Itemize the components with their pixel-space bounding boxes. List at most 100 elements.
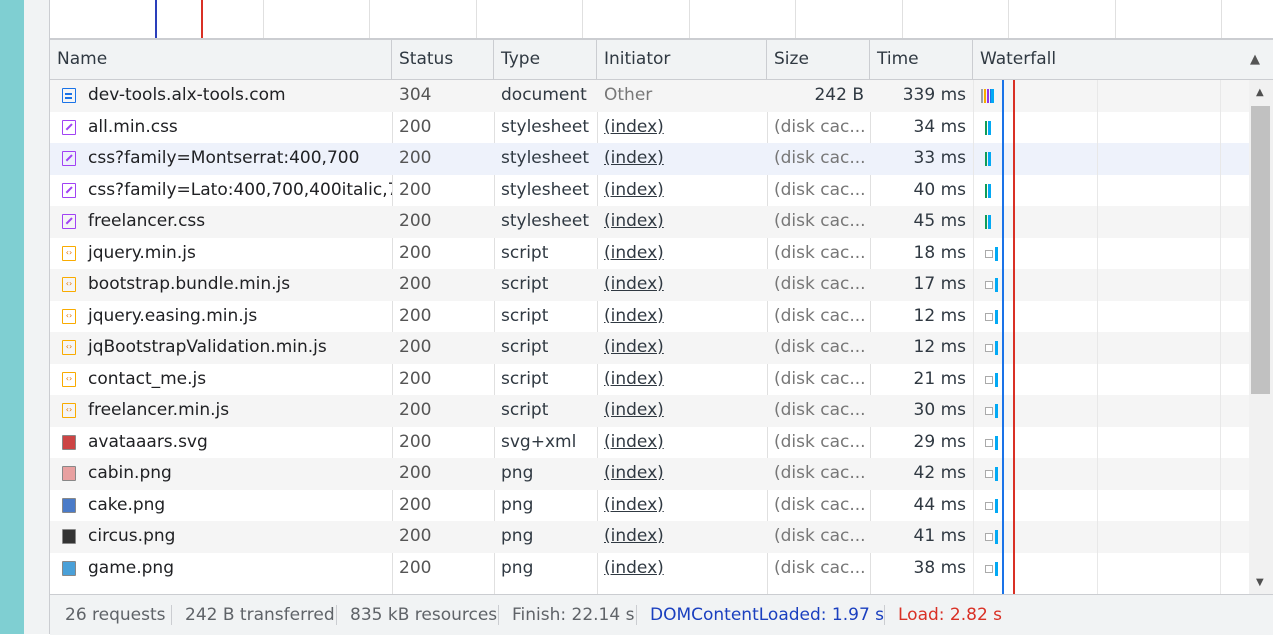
request-name[interactable]: freelancer.min.js xyxy=(50,395,392,427)
script-icon: ‹› xyxy=(62,245,76,261)
request-initiator[interactable]: (index) xyxy=(597,175,767,207)
request-row[interactable]: circus.png 200 png (index) (disk cac... 41 ms xyxy=(50,521,1249,553)
request-name[interactable]: game.png xyxy=(50,553,392,585)
request-size: (disk cac... xyxy=(774,526,866,546)
request-initiator[interactable]: (index) xyxy=(597,332,767,364)
vertical-scrollbar[interactable]: ▲ ▼ xyxy=(1249,80,1273,594)
timing-bar xyxy=(988,120,991,135)
request-name[interactable]: jquery.easing.min.js xyxy=(50,301,392,333)
request-row[interactable]: freelancer.min.js ‹› 200 script (index) (disk… xyxy=(50,395,1249,427)
request-name[interactable]: css?family=Lato:400,700,400italic,7... xyxy=(50,175,392,207)
request-status: 200 xyxy=(399,463,432,483)
request-row[interactable]: dev-tools.alx-tools.com 304 document Other 2… xyxy=(50,80,1249,112)
request-row[interactable]: jquery.easing.min.js ‹› 200 script (index) (d… xyxy=(50,301,1249,333)
request-name[interactable]: circus.png xyxy=(50,521,392,553)
request-row[interactable]: avataaars.svg 200 svg+xml (index) (disk cac.… xyxy=(50,427,1249,459)
request-status: 200 xyxy=(399,179,432,200)
request-row[interactable]: all.min.css 200 stylesheet (index) (disk cac… xyxy=(50,112,1249,144)
request-name[interactable]: jquery.min.js xyxy=(50,238,392,270)
request-row[interactable]: css?family=Montserrat:400,700 200 styleshe… xyxy=(50,143,1249,175)
request-initiator[interactable]: (index) xyxy=(597,364,767,396)
request-name[interactable]: cabin.png xyxy=(50,458,392,490)
request-initiator[interactable]: (index) xyxy=(597,206,767,238)
summary-divider xyxy=(636,605,637,625)
summary-finish: Finish: 22.14 s xyxy=(512,605,635,625)
summary-divider xyxy=(336,605,337,625)
timing-bar xyxy=(995,561,998,576)
request-row[interactable]: cabin.png 200 png (index) (disk cac... 42 ms xyxy=(50,458,1249,490)
request-initiator[interactable]: (index) xyxy=(597,553,767,585)
request-initiator[interactable]: (index) xyxy=(597,238,767,270)
request-time: 17 ms xyxy=(913,274,966,294)
column-header-size[interactable]: Size xyxy=(767,40,870,79)
timing-bar xyxy=(985,183,987,198)
scrollbar-thumb[interactable] xyxy=(1251,106,1270,394)
queued-marker xyxy=(985,281,993,289)
request-row[interactable]: jqBootstrapValidation.min.js ‹› 200 script (… xyxy=(50,332,1249,364)
overview-gridline xyxy=(369,0,370,38)
request-time: 42 ms xyxy=(913,463,966,483)
request-row[interactable]: game.png 200 png (index) (disk cac... 38 ms xyxy=(50,553,1249,585)
request-time: 30 ms xyxy=(913,400,966,420)
request-row[interactable]: css?family=Lato:400,700,400italic,7... 20… xyxy=(50,175,1249,207)
request-status: 200 xyxy=(399,431,432,452)
request-row[interactable]: cake.png 200 png (index) (disk cac... 44 ms xyxy=(50,490,1249,522)
image-icon xyxy=(62,529,76,544)
request-name[interactable]: dev-tools.alx-tools.com xyxy=(50,80,392,112)
request-type: png xyxy=(501,494,534,515)
request-type: script xyxy=(501,305,549,326)
timing-bar xyxy=(995,530,998,544)
scroll-down-arrow-icon[interactable]: ▼ xyxy=(1256,577,1264,588)
queued-marker xyxy=(985,501,993,510)
request-initiator[interactable]: (index) xyxy=(597,143,767,175)
request-name[interactable]: freelancer.css xyxy=(50,206,392,238)
column-header-waterfall[interactable]: Waterfall ▲ xyxy=(973,40,1273,79)
scroll-up-arrow-icon[interactable]: ▲ xyxy=(1256,87,1264,98)
network-summary-bar: 26 requests 242 B transferred 835 kB res… xyxy=(50,594,1273,635)
request-name[interactable]: cake.png xyxy=(50,490,392,522)
overview-gridline xyxy=(476,0,477,38)
column-header-status[interactable]: Status xyxy=(392,40,494,79)
request-initiator[interactable]: (index) xyxy=(597,458,767,490)
request-initiator[interactable]: (index) xyxy=(597,521,767,553)
request-time: 33 ms xyxy=(913,148,966,168)
request-name[interactable]: jqBootstrapValidation.min.js xyxy=(50,332,392,364)
script-icon: ‹› xyxy=(62,371,76,387)
waterfall-gridline xyxy=(973,80,974,594)
request-name[interactable]: bootstrap.bundle.min.js xyxy=(50,269,392,301)
overview-gridline xyxy=(1221,0,1222,38)
network-panel: Name Status Type Initiator Size Time Wat… xyxy=(49,0,1273,635)
request-size: (disk cac... xyxy=(774,337,866,357)
sort-ascending-icon[interactable]: ▲ xyxy=(1250,40,1260,79)
column-header-type[interactable]: Type xyxy=(494,40,597,79)
request-type: script xyxy=(501,400,549,420)
request-size: (disk cac... xyxy=(774,148,866,168)
request-row[interactable]: bootstrap.bundle.min.js ‹› 200 script (index… xyxy=(50,269,1249,301)
request-name[interactable]: avataaars.svg xyxy=(50,427,392,459)
overview-gridline xyxy=(795,0,796,38)
column-header-initiator[interactable]: Initiator xyxy=(597,40,767,79)
queued-marker xyxy=(985,344,993,352)
timing-bar xyxy=(995,404,998,418)
request-size: (disk cac... xyxy=(774,242,866,263)
timeline-overview[interactable] xyxy=(50,0,1273,40)
request-initiator[interactable]: (index) xyxy=(597,427,767,459)
request-name[interactable]: css?family=Montserrat:400,700 xyxy=(50,143,392,175)
request-initiator[interactable]: (index) xyxy=(597,112,767,144)
request-name[interactable]: all.min.css xyxy=(50,112,392,144)
script-icon: ‹› xyxy=(62,308,76,324)
column-header-name[interactable]: Name xyxy=(50,40,392,79)
request-initiator[interactable]: (index) xyxy=(597,395,767,427)
request-size: (disk cac... xyxy=(774,557,866,578)
request-name[interactable]: contact_me.js xyxy=(50,364,392,396)
request-initiator[interactable]: (index) xyxy=(597,301,767,333)
request-row[interactable]: contact_me.js ‹› 200 script (index) (disk cac… xyxy=(50,364,1249,396)
request-initiator[interactable]: (index) xyxy=(597,269,767,301)
request-status: 200 xyxy=(399,494,432,515)
request-row[interactable]: freelancer.css 200 stylesheet (index) (disk … xyxy=(50,206,1249,238)
overview-gridline xyxy=(902,0,903,38)
column-header-time[interactable]: Time xyxy=(870,40,973,79)
request-status: 200 xyxy=(399,305,432,326)
request-row[interactable]: jquery.min.js ‹› 200 script (index) (disk cac… xyxy=(50,238,1249,270)
request-initiator[interactable]: (index) xyxy=(597,490,767,522)
